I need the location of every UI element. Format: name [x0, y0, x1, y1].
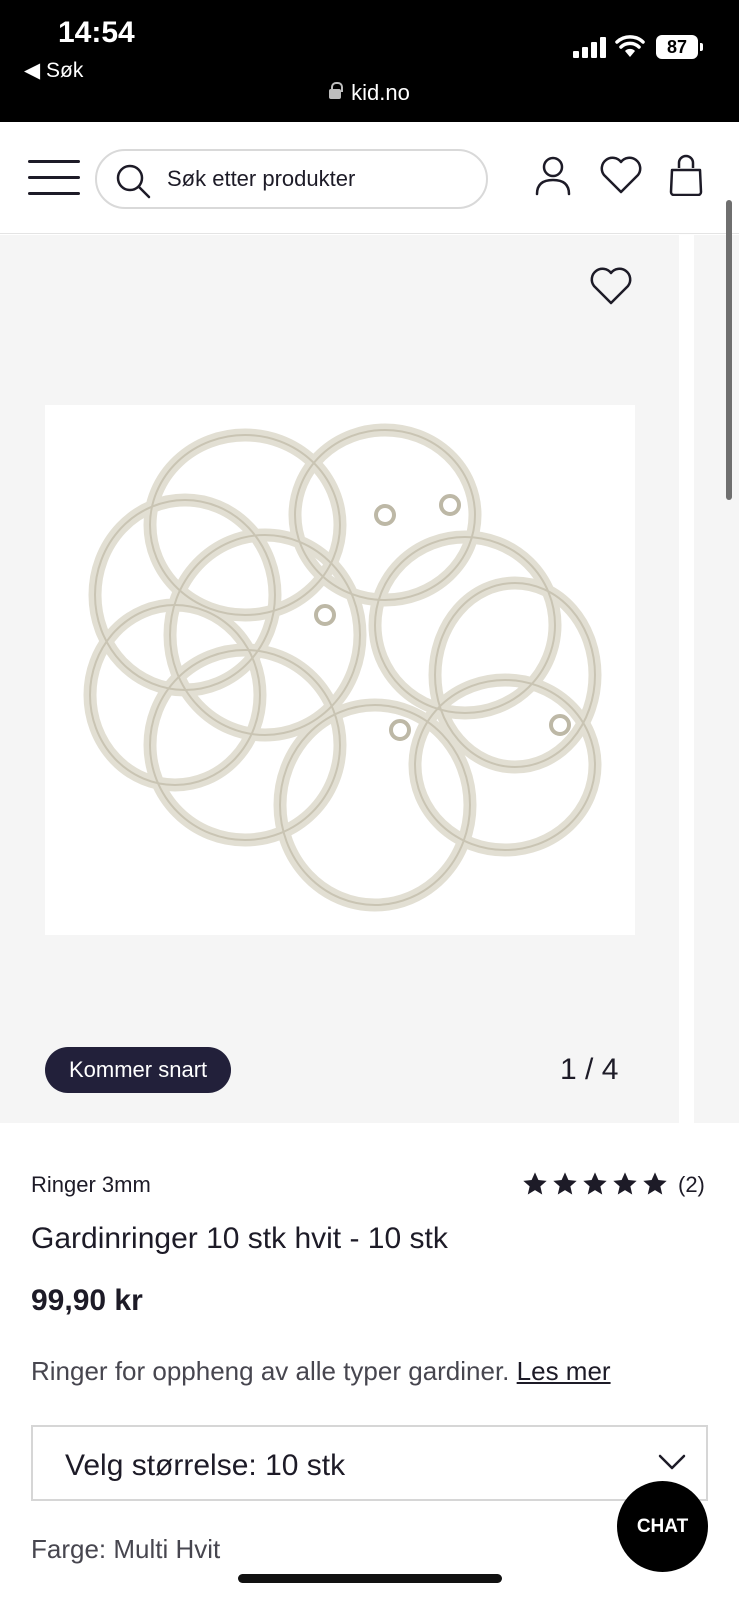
- user-icon[interactable]: [532, 154, 574, 196]
- star-icon: [583, 1172, 607, 1195]
- url-text: kid.no: [351, 80, 410, 105]
- product-price: 99,90 kr: [31, 1284, 143, 1317]
- review-count[interactable]: (2): [678, 1172, 705, 1198]
- site-header: [0, 122, 739, 234]
- product-image: [45, 405, 635, 935]
- curtain-rings-illustration: [83, 423, 602, 912]
- coming-soon-badge: Kommer snart: [45, 1047, 232, 1093]
- add-to-wishlist-icon[interactable]: [588, 265, 634, 307]
- color-label: Farge:: [31, 1534, 107, 1564]
- status-time: 14:54: [58, 16, 135, 49]
- color-info: Farge: Multi Hvit: [31, 1534, 220, 1565]
- heart-icon[interactable]: [598, 154, 644, 196]
- address-bar[interactable]: kid.no: [0, 80, 739, 106]
- image-counter: 1 / 4: [560, 1053, 619, 1086]
- battery-icon: 87: [656, 35, 703, 59]
- bag-icon[interactable]: [668, 154, 704, 196]
- chevron-down-icon: [658, 1454, 686, 1470]
- star-icon: [553, 1172, 577, 1195]
- scrollbar[interactable]: [726, 200, 732, 500]
- gallery-slide[interactable]: Kommer snart 1 / 4: [0, 235, 679, 1123]
- rating-stars[interactable]: [520, 1170, 670, 1200]
- product-description: Ringer for oppheng av alle typer gardine…: [31, 1356, 611, 1387]
- chat-button[interactable]: CHAT: [617, 1481, 708, 1572]
- read-more-link[interactable]: Les mer: [517, 1356, 611, 1386]
- wifi-icon: [615, 35, 645, 57]
- product-title: Gardinringer 10 stk hvit - 10 stk: [31, 1222, 448, 1255]
- home-indicator[interactable]: [238, 1574, 502, 1583]
- star-icon: [613, 1172, 637, 1195]
- size-select[interactable]: Velg størrelse: 10 stk: [31, 1425, 708, 1501]
- color-value: Multi Hvit: [113, 1534, 221, 1564]
- signal-icon: [573, 36, 607, 58]
- star-icon: [643, 1172, 667, 1195]
- size-select-label: Velg størrelse: 10 stk: [65, 1449, 346, 1482]
- status-bar: 14:54 ◀ Søk 87 kid.no: [0, 0, 739, 122]
- product-gallery[interactable]: Kommer snart 1 / 4: [0, 235, 739, 1123]
- next-slide-preview[interactable]: [694, 235, 739, 1123]
- lock-icon: [329, 82, 344, 99]
- menu-button[interactable]: [28, 160, 80, 196]
- product-subtitle: Ringer 3mm: [31, 1172, 151, 1197]
- search-input[interactable]: [167, 151, 467, 207]
- star-icon: [523, 1172, 547, 1195]
- search-box[interactable]: [95, 149, 488, 209]
- search-icon: [116, 164, 151, 199]
- description-text: Ringer for oppheng av alle typer gardine…: [31, 1356, 510, 1386]
